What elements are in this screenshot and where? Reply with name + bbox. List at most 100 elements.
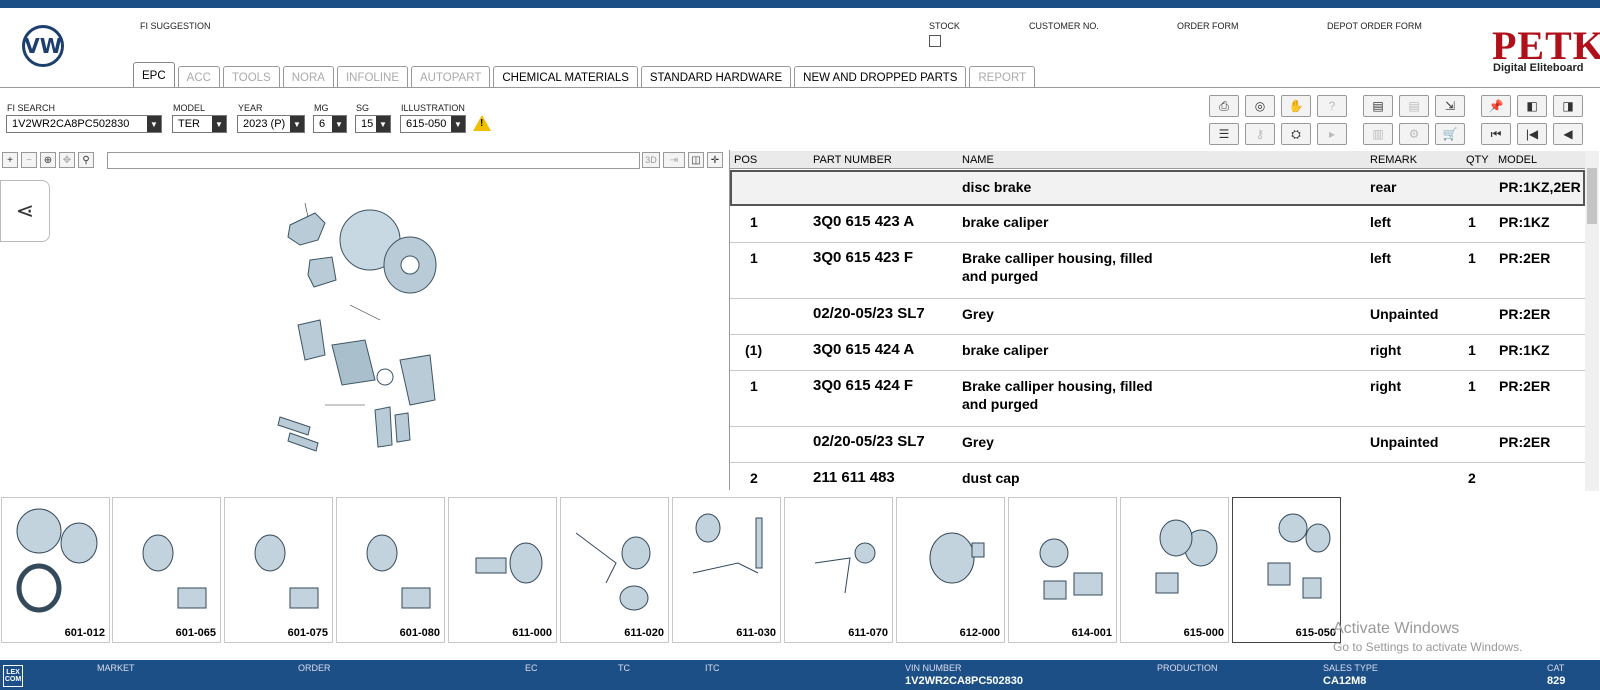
zoom-fit-icon[interactable]: ⊕ [40,152,56,168]
table-row[interactable]: 1 3Q0 615 423 F Brake calliper housing, … [730,243,1585,299]
pan-icon[interactable]: ✥ [59,152,75,168]
thumbnail-item[interactable]: 601-012 [1,497,110,643]
first-page-icon[interactable]: ⏮ [1481,123,1511,145]
stock-label: STOCK [929,21,960,31]
zoom-out-icon[interactable]: − [21,152,37,168]
print-icon[interactable]: ⎙ [1209,95,1239,117]
handshake-icon[interactable]: ✋ [1281,95,1311,117]
thumbnail-item[interactable]: 612-000 [896,497,1005,643]
help-icon[interactable]: ? [1317,95,1347,117]
tab-nora[interactable]: NORA [282,66,334,88]
tab-new-and-dropped-parts[interactable]: NEW AND DROPPED PARTS [794,66,967,88]
table-scrollbar-thumb[interactable] [1587,168,1597,224]
key-icon[interactable]: ⚷ [1245,123,1275,145]
row-remark: rear [1370,179,1397,195]
page-back-icon[interactable]: ◧ [1517,95,1547,117]
fi-search-value: 1V2WR2CA8PC502830 [12,118,130,130]
tab-chemical-materials[interactable]: CHEMICAL MATERIALS [493,66,638,88]
year-value: 2023 (P) [243,118,286,130]
layout-icon[interactable]: ◫ [688,152,704,168]
list-icon[interactable]: ☰ [1209,123,1239,145]
table-row[interactable]: (1) 3Q0 615 424 A brake caliper right 1 … [730,335,1585,371]
col-remark-header[interactable]: REMARK [1370,154,1417,166]
table-row[interactable]: disc brake rear PR:1KZ,2ER [730,170,1585,206]
model-select[interactable]: TER ▼ [172,115,227,133]
fi-search-label: FI SEARCH [7,103,56,113]
col-part-number-header[interactable]: PART NUMBER [813,154,892,166]
col-model-header[interactable]: MODEL [1498,154,1537,166]
elsa-icon[interactable]: ▤ [1363,95,1393,117]
exploded-parts-diagram[interactable] [270,195,460,465]
chevron-down-icon: ▼ [212,116,226,132]
mg-value: 6 [319,118,326,130]
tab-standard-hardware[interactable]: STANDARD HARDWARE [640,66,792,88]
zoom-in-icon[interactable]: + [2,152,18,168]
row-remark: right [1370,378,1402,394]
table-row[interactable]: 02/20-05/23 SL7 Grey Unpainted PR:2ER [730,299,1585,335]
tab-epc[interactable]: EPC [133,62,175,88]
tab-report[interactable]: REPORT [969,66,1036,88]
year-select[interactable]: 2023 (P) ▼ [237,115,305,133]
sg-select[interactable]: 15 ▼ [355,115,391,133]
model-value: TER [178,118,200,130]
vehicle-lift-icon[interactable]: ⛭ [1281,123,1311,145]
play-icon[interactable]: ▸ [1317,123,1347,145]
thumbnail-label: 601-012 [64,627,105,639]
chevron-down-icon: ▼ [376,116,390,132]
depot-icon[interactable]: ▤ [1399,95,1429,117]
thumbnail-item[interactable]: 611-070 [784,497,893,643]
itc-label: ITC [705,663,720,673]
search-icon[interactable]: ⚲ [78,152,94,168]
thumbnail-item[interactable]: 611-030 [672,497,781,643]
network-icon[interactable]: ⚙ [1399,123,1429,145]
vw-logo: VW [22,25,64,67]
row-pos: 1 [750,378,758,394]
col-qty-header[interactable]: QTY [1466,154,1489,166]
stock-checkbox[interactable] [929,35,941,47]
table-row[interactable]: 1 3Q0 615 423 A brake caliper left 1 PR:… [730,207,1585,243]
table-row[interactable]: 1 3Q0 615 424 F Brake calliper housing, … [730,371,1585,427]
thumbnail-label: 612-000 [959,627,1000,639]
thumbnail-label: 615-050 [1295,627,1336,639]
disc-icon[interactable]: ◎ [1245,95,1275,117]
crosshair-icon[interactable]: ✛ [707,152,723,168]
thumbnail-item[interactable]: 601-075 [224,497,333,643]
split-icon[interactable]: ⇥ [663,152,685,168]
row-part-number: 02/20-05/23 SL7 [813,305,925,322]
tab-autopart[interactable]: AUTOPART [411,66,491,88]
thumbnail-item-selected[interactable]: 615-050 [1232,497,1341,643]
thumbnail-item[interactable]: 601-080 [336,497,445,643]
col-name-header[interactable]: NAME [962,154,994,166]
back-icon[interactable]: ◀ [1553,123,1583,145]
tab-tools[interactable]: TOOLS [222,66,280,88]
previous-page-icon[interactable]: |◀ [1517,123,1547,145]
thumbnail-item[interactable]: 615-000 [1120,497,1229,643]
table-row[interactable]: 02/20-05/23 SL7 Grey Unpainted PR:2ER [730,427,1585,463]
thumbnail-item[interactable]: 611-020 [560,497,669,643]
thumbnail-item[interactable]: 611-000 [448,497,557,643]
3d-toggle[interactable]: 3D [642,152,660,168]
tab-acc[interactable]: ACC [177,66,220,88]
row-qty: 1 [1468,250,1476,266]
thumbnail-item[interactable]: 601-065 [112,497,221,643]
thumbnail-label: 601-075 [287,627,328,639]
viewer-search-input[interactable] [107,152,640,169]
page-forward-icon[interactable]: ◨ [1553,95,1583,117]
cart-transfer-icon[interactable]: ⇲ [1435,95,1465,117]
thumbnail-label: 611-070 [848,627,888,639]
tab-infoline[interactable]: INFOLINE [336,66,408,88]
share-button[interactable]: ⋖ [0,180,50,242]
thumbnail-item[interactable]: 614-001 [1008,497,1117,643]
illustration-select[interactable]: 615-050 ▼ [400,115,466,133]
row-qty: 1 [1468,342,1476,358]
fi-search-select[interactable]: 1V2WR2CA8PC502830 ▼ [6,115,162,133]
mg-select[interactable]: 6 ▼ [313,115,347,133]
pin-icon[interactable]: 📌 [1481,95,1511,117]
col-pos-header[interactable]: POS [734,154,757,166]
row-part-number: 3Q0 615 423 A [813,213,915,230]
row-model: PR:1KZ [1499,342,1550,358]
shopping-cart-icon[interactable]: 🛒 [1435,123,1465,145]
compare-icon[interactable]: ▥ [1363,123,1393,145]
table-row[interactable]: 2 211 611 483 dust cap 2 [730,463,1585,489]
market-label: MARKET [97,663,135,673]
